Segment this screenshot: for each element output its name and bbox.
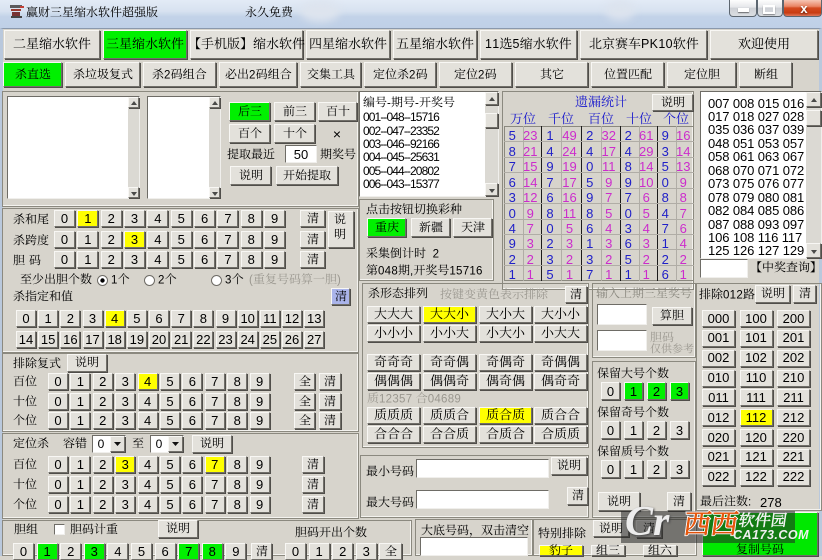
svg-text:2: 2 xyxy=(409,69,415,81)
svg-text:K: K xyxy=(649,37,658,51)
svg-text:0: 0 xyxy=(428,393,434,405)
svg-text:0: 0 xyxy=(723,289,729,301)
svg-text:-: - xyxy=(415,97,419,109)
svg-text:): ) xyxy=(337,274,341,286)
svg-text:8: 8 xyxy=(391,265,397,277)
svg-text:5: 5 xyxy=(399,393,405,405)
svg-text:4: 4 xyxy=(385,265,392,277)
svg-text:1: 1 xyxy=(379,393,385,405)
svg-text:2: 2 xyxy=(249,69,255,81)
svg-text:2: 2 xyxy=(433,248,439,260)
svg-text:2: 2 xyxy=(478,69,484,81)
svg-text:9: 9 xyxy=(454,393,460,405)
svg-text:5: 5 xyxy=(456,265,462,277)
svg-text:2: 2 xyxy=(736,289,742,301)
svg-text:4: 4 xyxy=(434,393,441,405)
svg-text:1: 1 xyxy=(449,265,455,277)
svg-text:1: 1 xyxy=(469,265,475,277)
svg-text:P: P xyxy=(641,37,649,51)
svg-text:-: - xyxy=(387,97,391,109)
svg-text:1: 1 xyxy=(492,37,499,51)
svg-text:7: 7 xyxy=(463,265,469,277)
svg-text:5: 5 xyxy=(513,37,520,51)
svg-text:(: ( xyxy=(249,274,253,286)
svg-text:3: 3 xyxy=(225,274,231,286)
svg-text:7: 7 xyxy=(406,393,412,405)
svg-text::: : xyxy=(748,496,751,508)
svg-text:3: 3 xyxy=(392,393,398,405)
svg-text:1: 1 xyxy=(111,274,117,286)
svg-text:1: 1 xyxy=(730,289,736,301)
svg-text:1: 1 xyxy=(485,37,492,51)
svg-text:2: 2 xyxy=(386,393,392,405)
svg-text:8: 8 xyxy=(448,393,454,405)
svg-text:2: 2 xyxy=(158,274,164,286)
svg-text:,: , xyxy=(410,265,413,277)
svg-text:1: 1 xyxy=(658,37,665,51)
svg-text:6: 6 xyxy=(476,265,482,277)
svg-text:6: 6 xyxy=(441,393,447,405)
svg-text:0: 0 xyxy=(378,265,384,277)
svg-text:2: 2 xyxy=(164,69,170,81)
svg-text:0: 0 xyxy=(665,37,672,51)
